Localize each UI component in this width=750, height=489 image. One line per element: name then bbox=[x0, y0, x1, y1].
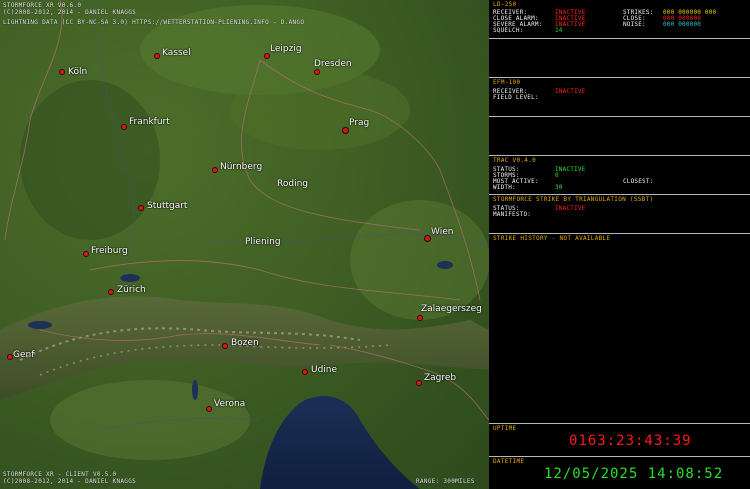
section-title: STORMFORCE STRIKE BY TRIANGULATION (SSBT… bbox=[493, 196, 654, 203]
city-label: Bozen bbox=[231, 338, 259, 348]
manifesto-label: MANIFESTO: bbox=[493, 211, 532, 218]
city-label: Prag bbox=[349, 118, 370, 128]
city-label: Pliening bbox=[245, 237, 281, 247]
ssbt-section: STORMFORCE STRIKE BY TRIANGULATION (SSBT… bbox=[489, 194, 750, 233]
capital-dot-icon bbox=[342, 127, 349, 134]
trac-section: TRAC V0.4.0 STATUS: INACTIVE STORMS: 0 M… bbox=[489, 155, 750, 194]
uptime-section: UPTIME 0163:23:43:39 bbox=[489, 423, 750, 456]
range-indicator: RANGE: 300MILES bbox=[416, 478, 475, 485]
city-dot-icon bbox=[314, 69, 320, 75]
lightning-map[interactable]: STORMFORCE XR V0.6.0 (C)2008-2012, 2014 … bbox=[0, 0, 489, 489]
city-dot-icon bbox=[83, 251, 89, 257]
storms-value: 0 bbox=[555, 172, 559, 179]
map-title-line: (C)2008-2012, 2014 - DANIEL KNAGGS bbox=[3, 9, 137, 16]
city-label: Freiburg bbox=[91, 246, 128, 256]
city-label: Köln bbox=[68, 67, 88, 77]
uptime-value: 0163:23:43:39 bbox=[569, 433, 692, 449]
city-label: Roding bbox=[277, 179, 308, 189]
city-dot-icon bbox=[154, 53, 160, 59]
status-panel: LD-250 RECEIVER: INACTIVE CLOSE ALARM: I… bbox=[489, 0, 750, 489]
city-dot-icon bbox=[108, 289, 114, 295]
section-title: TRAC V0.4.0 bbox=[493, 157, 537, 164]
city-dot-icon bbox=[417, 315, 423, 321]
section-title: STRIKE HISTORY - NOT AVAILABLE bbox=[493, 235, 611, 242]
city-dot-icon bbox=[212, 167, 218, 173]
client-version-line: STORMFORCE XR - CLIENT V0.5.0 bbox=[3, 471, 117, 478]
city-dot-icon bbox=[302, 369, 308, 375]
section-title: LD-250 bbox=[493, 1, 517, 8]
city-label: Nürnberg bbox=[220, 162, 263, 172]
city-label: Zürich bbox=[117, 285, 146, 295]
city-dot-icon bbox=[206, 406, 212, 412]
efm100-section: EFM-100 RECEIVER: INACTIVE FIELD LEVEL: bbox=[489, 77, 750, 117]
client-copyright-line: (C)2008-2012, 2014 - DANIEL KNAGGS bbox=[3, 478, 137, 485]
ssbt-status-value: INACTIVE bbox=[555, 205, 586, 212]
empty-section bbox=[489, 116, 750, 155]
city-label: Zagreb bbox=[424, 373, 457, 383]
capital-dot-icon bbox=[424, 235, 431, 242]
closest-label: CLOSEST: bbox=[623, 178, 654, 185]
city-dot-icon bbox=[222, 343, 228, 349]
squelch-value: 14 bbox=[555, 27, 563, 34]
city-label: Frankfurt bbox=[129, 117, 170, 127]
width-value: 30 bbox=[555, 184, 563, 191]
datetime-section: DATETIME 12/05/2025 14:08:52 bbox=[489, 456, 750, 489]
noise-counter: 000 000000 bbox=[663, 21, 702, 28]
city-label: Udine bbox=[311, 365, 338, 375]
trac-status-value: INACTIVE bbox=[555, 166, 586, 173]
city-label: Dresden bbox=[314, 59, 352, 69]
map-title-line: LIGHTNING DATA (CC BY-NC-SA 3.0) HTTPS:/… bbox=[3, 19, 305, 26]
strike-history-section: STRIKE HISTORY - NOT AVAILABLE bbox=[489, 233, 750, 423]
ld250-section: LD-250 RECEIVER: INACTIVE CLOSE ALARM: I… bbox=[489, 0, 750, 38]
field-level-label: FIELD LEVEL: bbox=[493, 94, 539, 101]
noise-label: NOISE: bbox=[623, 21, 646, 28]
city-dot-icon bbox=[138, 205, 144, 211]
city-label: Zalaegerszeg bbox=[421, 304, 482, 314]
efm-receiver-value: INACTIVE bbox=[555, 88, 586, 95]
city-dot-icon bbox=[121, 124, 127, 130]
section-title: DATETIME bbox=[493, 458, 525, 465]
city-label: Verona bbox=[214, 399, 246, 409]
city-label: Stuttgart bbox=[147, 201, 188, 211]
datetime-value: 12/05/2025 14:08:52 bbox=[544, 466, 724, 482]
empty-section bbox=[489, 38, 750, 77]
width-label: WIDTH: bbox=[493, 184, 516, 191]
section-title: UPTIME bbox=[493, 425, 517, 432]
section-title: EFM-100 bbox=[493, 79, 521, 86]
squelch-label: SQUELCH: bbox=[493, 27, 524, 34]
city-label: Genf bbox=[13, 350, 35, 360]
city-label: Wien bbox=[431, 227, 454, 237]
city-label: Leipzig bbox=[270, 44, 302, 54]
city-dot-icon bbox=[416, 380, 422, 386]
stormforce-window: STORMFORCE XR V0.6.0 (C)2008-2012, 2014 … bbox=[0, 0, 750, 489]
city-dot-icon bbox=[59, 69, 65, 75]
city-label: Kassel bbox=[162, 48, 191, 58]
map-title-line: STORMFORCE XR V0.6.0 bbox=[3, 2, 82, 9]
